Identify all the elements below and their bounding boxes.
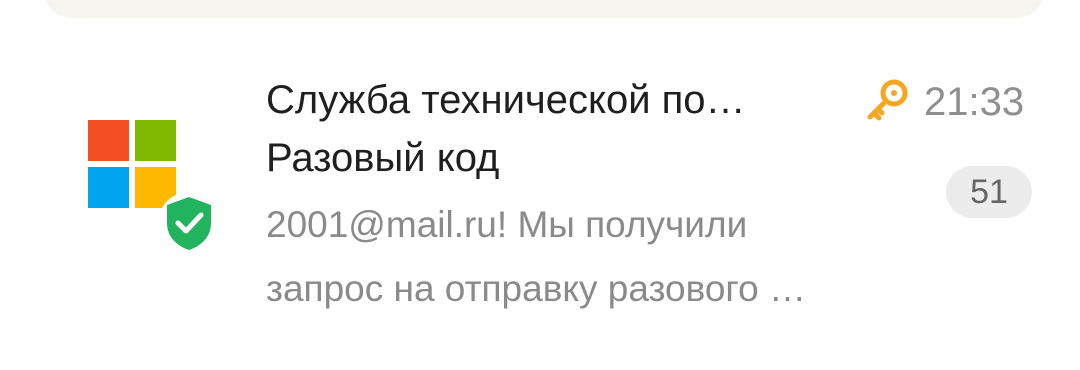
mail-list-item[interactable]: Служба технической по… Разовый код 2001@… (0, 40, 1080, 340)
verified-badge (158, 192, 220, 254)
message-subject: Разовый код (266, 136, 500, 180)
key-icon (867, 79, 908, 121)
sender-avatar (88, 120, 228, 300)
logo-square-blue (88, 167, 129, 208)
message-preview-line-2: запрос на отправку разового … (266, 268, 806, 309)
sender-name: Служба технической по… (266, 78, 746, 122)
message-time: 21:33 (924, 80, 1025, 124)
thread-count-badge: 51 (946, 166, 1032, 218)
logo-square-green (135, 120, 176, 161)
logo-square-red (88, 120, 129, 161)
shield-check-icon (167, 197, 211, 250)
message-preview-line-1: 2001@mail.ru! Мы получили (266, 204, 748, 245)
previous-card (44, 0, 1044, 18)
